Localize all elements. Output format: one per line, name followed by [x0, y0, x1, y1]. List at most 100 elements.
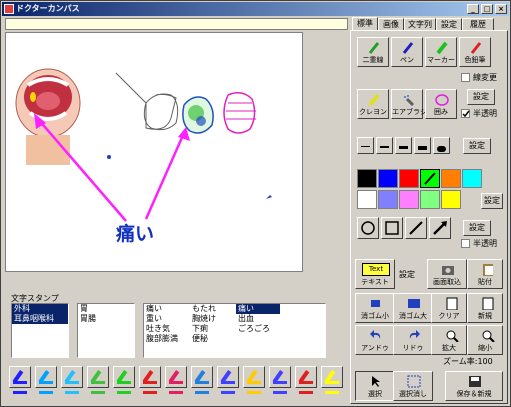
shape-settings-button[interactable]: 設定 [463, 220, 491, 236]
list-item[interactable]: 出血 [236, 314, 280, 324]
tool-panel: 標準 画像 文字列 設定 履歴 二重線 ペン マーカー 色鉛筆 クレヨン エアブ… [350, 17, 508, 404]
color-swatch[interactable] [441, 190, 461, 209]
color-swatch[interactable] [357, 169, 377, 188]
color-swatch[interactable] [441, 169, 461, 188]
window-title: ドクターカンパス [16, 4, 80, 13]
enclose-button[interactable]: 囲み [425, 89, 457, 119]
stamp-list-dept[interactable]: 外科 耳鼻咽喉科 [11, 303, 69, 358]
deselect-button[interactable]: 選択消し [393, 371, 433, 401]
eraser-large-icon [407, 297, 421, 310]
minimize-button[interactable]: _ [467, 4, 479, 14]
list-item[interactable]: 胃腸 [78, 314, 134, 324]
zoom-in-button[interactable]: 拡大 [431, 325, 467, 355]
color-settings-button[interactable]: 設定 [481, 193, 503, 209]
pen-preset-button[interactable] [321, 366, 343, 388]
select-button[interactable]: 選択 [355, 371, 395, 401]
list-item[interactable]: 便秘 [190, 334, 234, 344]
app-icon [4, 4, 14, 14]
zoom-in-icon [445, 329, 459, 343]
pen-preset-button[interactable] [295, 366, 317, 388]
pen-preset-button[interactable] [87, 366, 109, 388]
pen-preset-button[interactable] [217, 366, 239, 388]
list-item[interactable]: 痛い [236, 304, 280, 314]
list-item[interactable]: 吐き気 [144, 324, 188, 334]
stomach-drawings [115, 72, 256, 134]
line-change-checkbox[interactable] [461, 73, 470, 82]
pen-preset-button[interactable] [191, 366, 213, 388]
tool-settings-button[interactable]: 設定 [467, 89, 495, 105]
airbrush-button[interactable]: エアブラシ [391, 89, 427, 119]
clear-icon [445, 297, 459, 311]
color-swatch[interactable] [399, 169, 419, 188]
arrow-tool-button[interactable] [429, 217, 451, 239]
pen-preset-button[interactable] [113, 366, 135, 388]
eraser-large-button[interactable]: 消ゴム大 [393, 293, 433, 323]
line-width-2-button[interactable] [376, 137, 393, 154]
list-item[interactable]: 下痢 [190, 324, 234, 334]
color-swatch[interactable] [399, 190, 419, 209]
text-settings-button[interactable]: 設定 [399, 269, 415, 280]
semi-transparent-checkbox[interactable] [461, 109, 470, 118]
pen-preset-button[interactable] [9, 366, 31, 388]
list-item[interactable]: 痛い [144, 304, 188, 314]
pen-color-indicator [221, 391, 235, 394]
line-width-3-button[interactable] [395, 137, 412, 154]
line-width-5-button[interactable] [433, 137, 450, 154]
stray-marks [107, 155, 272, 199]
close-button[interactable]: × [495, 4, 507, 14]
pen-preset-button[interactable] [269, 366, 291, 388]
pen-button[interactable]: ペン [391, 37, 423, 67]
list-item[interactable]: もたれ [190, 304, 234, 314]
circle-tool-button[interactable] [357, 217, 379, 239]
list-item[interactable]: 耳鼻咽喉科 [12, 314, 68, 324]
tab-content: 二重線 ペン マーカー 色鉛筆 クレヨン エアブラシ 囲み 線変更 設定 半透明… [350, 30, 508, 404]
pen-preset-button[interactable] [243, 366, 265, 388]
paste-button[interactable]: 貼付 [467, 259, 503, 289]
save-new-button[interactable]: 保存＆新規 [445, 371, 503, 401]
marker-button[interactable]: マーカー [425, 37, 457, 67]
pen-preset-button[interactable] [165, 366, 187, 388]
text-button[interactable]: Text テキスト [355, 259, 395, 289]
color-swatch[interactable] [462, 169, 482, 188]
line-width-4-button[interactable] [414, 137, 431, 154]
zoom-out-button[interactable]: 縮小 [467, 325, 503, 355]
line-width-settings-button[interactable]: 設定 [463, 138, 491, 154]
colored-pencil-button[interactable]: 色鉛筆 [459, 37, 491, 67]
redo-button[interactable]: リドゥ [393, 325, 433, 355]
stamp-list-organ[interactable]: 胃 胃腸 [77, 303, 135, 358]
shape-semi-transparent-checkbox[interactable] [461, 239, 470, 248]
list-item[interactable]: 重い [144, 314, 188, 324]
color-swatch[interactable] [420, 190, 440, 209]
pen-preset-button[interactable] [61, 366, 83, 388]
color-swatch[interactable] [357, 190, 377, 209]
list-item[interactable]: 腹部膨満 [144, 334, 188, 344]
list-item[interactable]: 胃 [78, 304, 134, 314]
drawing-canvas[interactable]: 痛い [5, 32, 303, 272]
undo-button[interactable]: アンドゥ [355, 325, 395, 355]
list-item[interactable]: 外科 [12, 304, 68, 314]
color-swatch[interactable] [378, 190, 398, 209]
double-line-button[interactable]: 二重線 [357, 37, 389, 67]
rectangle-tool-button[interactable] [381, 217, 403, 239]
crayon-icon [367, 93, 381, 107]
crayon-button[interactable]: クレヨン [357, 89, 389, 119]
color-swatch[interactable] [420, 169, 440, 188]
list-item[interactable]: 胸焼け [190, 314, 234, 324]
double-line-pen-icon [367, 41, 381, 55]
stamp-list-symptom[interactable]: 痛い 重い 吐き気 腹部膨満 もたれ 胸焼け 下痢 便秘 痛い 出血 ごろごろ [143, 303, 326, 358]
line-tool-button[interactable] [405, 217, 427, 239]
pen-preset-button[interactable] [35, 366, 57, 388]
color-swatch[interactable] [378, 169, 398, 188]
pain-annotation: 痛い [116, 223, 155, 245]
line-width-1-button[interactable] [357, 137, 374, 154]
new-button[interactable]: 新規 [467, 293, 503, 323]
eraser-small-button[interactable]: 消ゴム小 [355, 293, 395, 323]
tab-standard[interactable]: 標準 [352, 17, 378, 31]
pen-preset-bar [9, 366, 349, 396]
pen-preset-button[interactable] [139, 366, 161, 388]
maximize-button[interactable]: □ [481, 4, 493, 14]
screen-capture-button[interactable]: 画面取込 [427, 259, 467, 289]
undo-icon [369, 329, 383, 342]
clear-button[interactable]: クリア [431, 293, 467, 323]
list-item[interactable]: ごろごろ [236, 324, 280, 334]
